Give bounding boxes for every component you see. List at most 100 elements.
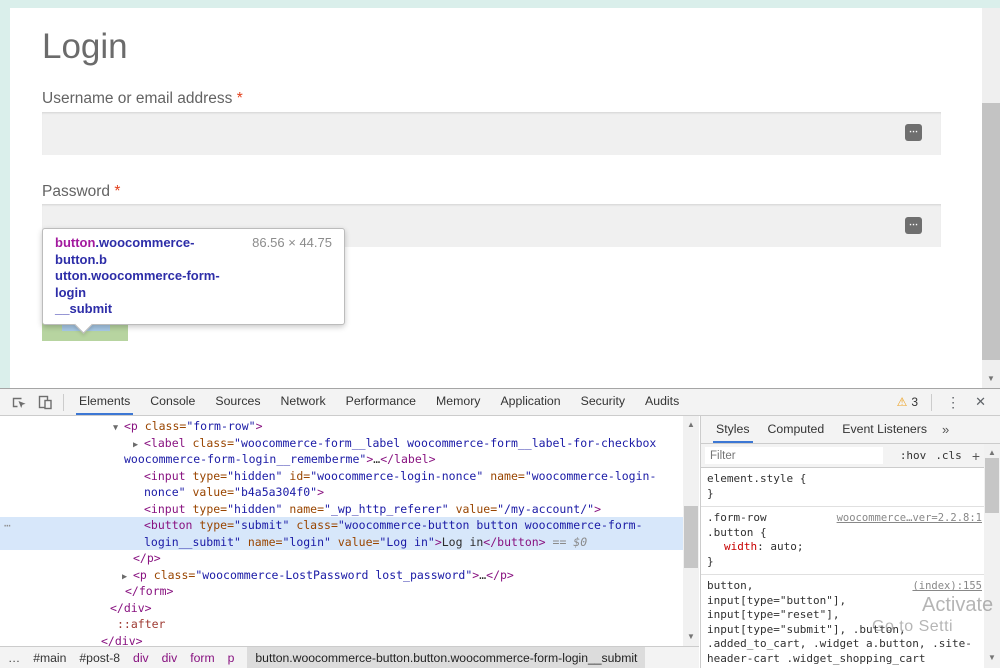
devtools-tab-memory[interactable]: Memory	[426, 389, 490, 415]
rule-close-brace: }	[707, 487, 980, 502]
warning-icon[interactable]: ⚠	[897, 395, 908, 409]
styles-tab-styles[interactable]: Styles	[707, 416, 759, 443]
styles-sidebar-tabs: StylesComputedEvent Listeners »	[701, 416, 1000, 444]
breadcrumb-item[interactable]: p	[228, 651, 235, 665]
inspect-element-icon[interactable]	[6, 389, 32, 415]
elements-tree-node[interactable]: ▶<label class="woocommerce-form__label w…	[0, 435, 683, 452]
elements-tree-selected-node[interactable]: <button type="submit" class="woocommerce…	[0, 517, 683, 534]
devtools-tab-security[interactable]: Security	[571, 389, 635, 415]
password-label: Password *	[42, 183, 120, 201]
elements-tree-node[interactable]: </div>	[0, 633, 683, 647]
elements-tree-node[interactable]: </p>	[0, 550, 683, 567]
stylesheet-source-link[interactable]: woocommerce…ver=2.2.8:1	[837, 511, 982, 526]
elements-tree-node[interactable]: ::after	[0, 616, 683, 633]
styles-sidebar: StylesComputedEvent Listeners » :hov .cls…	[700, 416, 1000, 668]
required-asterisk: *	[114, 183, 120, 200]
devtools-tab-audits[interactable]: Audits	[635, 389, 689, 415]
devtools-tabs: ElementsConsoleSourcesNetworkPerformance…	[69, 389, 689, 415]
collapse-arrow-icon[interactable]: ▼	[113, 420, 124, 437]
devtools-menu-icon[interactable]: ⋮	[946, 394, 960, 411]
inspect-tooltip: button.woocommerce-button.b utton.woocom…	[42, 228, 345, 325]
warning-count[interactable]: 3	[911, 395, 918, 409]
scroll-up-icon[interactable]: ▲	[683, 418, 699, 432]
inspect-tooltip-dimensions: 86.56 × 44.75	[252, 235, 332, 318]
page-background-border-top	[0, 0, 1000, 8]
breadcrumb-item-selected[interactable]: button.woocommerce-button.button.woocomm…	[247, 647, 645, 668]
breadcrumb-item[interactable]: #main	[33, 651, 66, 665]
page-scrollbar-thumb[interactable]	[982, 103, 1000, 360]
username-label: Username or email address *	[42, 90, 243, 108]
device-toolbar-icon[interactable]	[32, 389, 58, 415]
styles-toggles: :hov .cls	[891, 449, 962, 462]
devtools-tab-network[interactable]: Network	[271, 389, 336, 415]
rule-selector: header-cart .widget_shopping_cart	[707, 652, 980, 667]
rule-selector: input[type="submit"], .button,	[707, 623, 980, 638]
toolbar-separator	[63, 394, 64, 411]
styles-tab-computed[interactable]: Computed	[759, 416, 834, 443]
devtools-tab-console[interactable]: Console	[140, 389, 205, 415]
devtools-main: ▼<p class="form-row">▶<label class="wooc…	[0, 416, 1000, 668]
devtools-tab-performance[interactable]: Performance	[336, 389, 426, 415]
elements-tree-node[interactable]: <input type="hidden" name="_wp_http_refe…	[0, 501, 683, 518]
elements-scrollbar[interactable]: ▲ ▼	[683, 416, 699, 646]
inspect-tooltip-selector: button.woocommerce-button.b utton.woocom…	[55, 235, 246, 318]
breadcrumb-item[interactable]: div	[162, 651, 178, 665]
rule-selector: input[type="reset"],	[707, 608, 980, 623]
scroll-down-icon[interactable]: ▼	[683, 630, 699, 644]
toolbar-separator	[931, 394, 932, 411]
password-manager-icon[interactable]	[905, 124, 922, 141]
scroll-down-icon[interactable]: ▼	[982, 372, 1000, 386]
page-background-border-left	[0, 8, 10, 388]
elements-tree-selected-node[interactable]: login__submit" name="login" value="Log i…	[0, 534, 683, 551]
rule-property[interactable]: width: auto;	[707, 540, 980, 555]
elements-scrollbar-thumb[interactable]	[684, 506, 698, 568]
styles-scrollbar[interactable]: ▲ ▼	[984, 444, 1000, 668]
devtools-tab-elements[interactable]: Elements	[69, 389, 140, 415]
rule-selector: .added_to_cart, .widget a.button, .site-	[707, 637, 980, 652]
breadcrumb-item[interactable]: div	[133, 651, 149, 665]
breadcrumb-item[interactable]: form	[190, 651, 214, 665]
style-rule[interactable]: (index):155button,input[type="button"],i…	[701, 575, 984, 668]
required-asterisk: *	[237, 90, 243, 107]
elements-tree[interactable]: ▼<p class="form-row">▶<label class="wooc…	[0, 416, 683, 646]
more-actions-icon[interactable]: ⋯	[4, 519, 11, 532]
breadcrumb-item[interactable]: #post-8	[79, 651, 120, 665]
elements-tree-node[interactable]: woocommerce-form-login__rememberme">…</l…	[0, 451, 683, 468]
devtools-tab-sources[interactable]: Sources	[205, 389, 270, 415]
elements-tree-node[interactable]: ▶<p class="woocommerce-LostPassword lost…	[0, 567, 683, 584]
elements-tree-node[interactable]: ▼<p class="form-row">	[0, 418, 683, 435]
page-scrollbar[interactable]: ▼	[982, 8, 1000, 388]
styles-scrollbar-thumb[interactable]	[985, 458, 999, 513]
devtools-panel: ElementsConsoleSourcesNetworkPerformance…	[0, 388, 1000, 667]
elements-tree-node[interactable]: </div>	[0, 600, 683, 617]
devtools-tab-application[interactable]: Application	[490, 389, 570, 415]
style-rule[interactable]: woocommerce…ver=2.2.8:1.form-row.button …	[701, 507, 984, 575]
webpage-viewport: Login Username or email address * Passwo…	[0, 0, 1000, 388]
new-style-rule-button[interactable]: +	[972, 448, 980, 464]
breadcrumb: …#main#post-8divdivformpbutton.woocommer…	[0, 646, 699, 668]
breadcrumb-overflow[interactable]: …	[8, 651, 20, 665]
page-title: Login	[42, 27, 128, 67]
rule-close-brace: }	[707, 555, 980, 570]
devtools-close-icon[interactable]: ✕	[975, 394, 986, 410]
styles-rules-list[interactable]: element.style {}woocommerce…ver=2.2.8:1.…	[701, 468, 984, 668]
styles-filter-input[interactable]	[705, 447, 883, 464]
elements-tree-node[interactable]: <input type="hidden" id="woocommerce-log…	[0, 468, 683, 485]
scroll-down-icon[interactable]: ▼	[984, 651, 1000, 665]
devtools-toolbar: ElementsConsoleSourcesNetworkPerformance…	[0, 389, 1000, 416]
elements-tree-node[interactable]: nonce" value="b4a5a304f0">	[0, 484, 683, 501]
rule-selector: .button {	[707, 526, 980, 541]
username-input[interactable]	[42, 112, 941, 155]
elements-tree-node[interactable]: </form>	[0, 583, 683, 600]
rule-selector: element.style {	[707, 472, 980, 487]
styles-filter-bar: :hov .cls +	[701, 444, 1000, 468]
stylesheet-source-link[interactable]: (index):155	[912, 579, 982, 594]
password-manager-icon[interactable]	[905, 217, 922, 234]
style-rule[interactable]: element.style {}	[701, 468, 984, 507]
more-tabs-icon[interactable]: »	[942, 422, 949, 437]
rule-selector: input[type="button"],	[707, 594, 980, 609]
class-toggle[interactable]: .cls	[935, 449, 962, 462]
devtools-toolbar-right: ⚠ 3 ⋮ ✕	[897, 394, 1000, 411]
styles-tab-event-listeners[interactable]: Event Listeners	[833, 416, 936, 443]
pseudo-state-toggle[interactable]: :hov	[900, 449, 927, 462]
